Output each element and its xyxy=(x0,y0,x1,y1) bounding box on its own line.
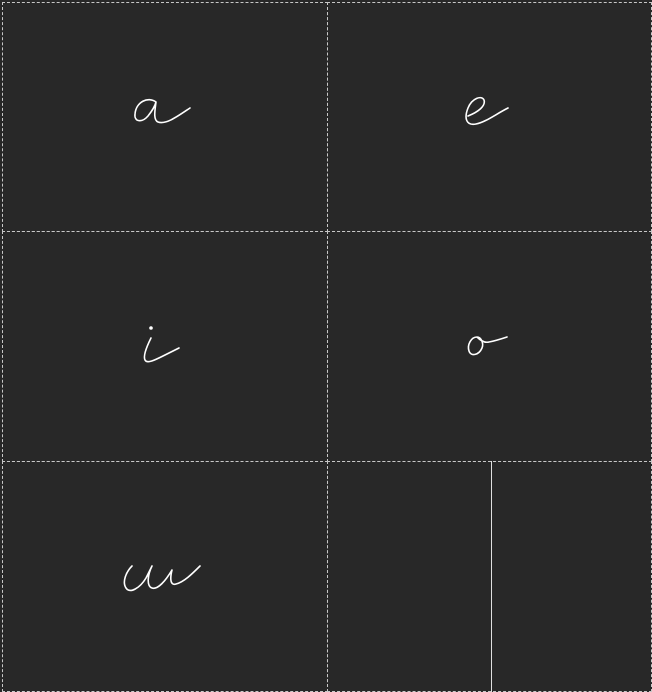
script-letter-o-glyph xyxy=(467,335,508,355)
vowel-card-grid: a e i o u xyxy=(0,0,652,692)
vowel-card-e[interactable]: e xyxy=(327,2,652,232)
vowel-card-a[interactable]: a xyxy=(2,2,328,232)
empty-slot-divider xyxy=(491,461,492,692)
script-letter-e-glyph xyxy=(464,96,509,126)
vowel-card-u[interactable]: u xyxy=(2,461,328,692)
script-letter-a-glyph xyxy=(134,98,191,124)
empty-grid-slot xyxy=(327,461,652,692)
vowel-card-o[interactable]: o xyxy=(327,231,652,462)
vowel-card-i[interactable]: i xyxy=(2,231,328,462)
script-letter-u-glyph xyxy=(123,564,201,591)
script-letter-i-glyph xyxy=(143,325,180,362)
